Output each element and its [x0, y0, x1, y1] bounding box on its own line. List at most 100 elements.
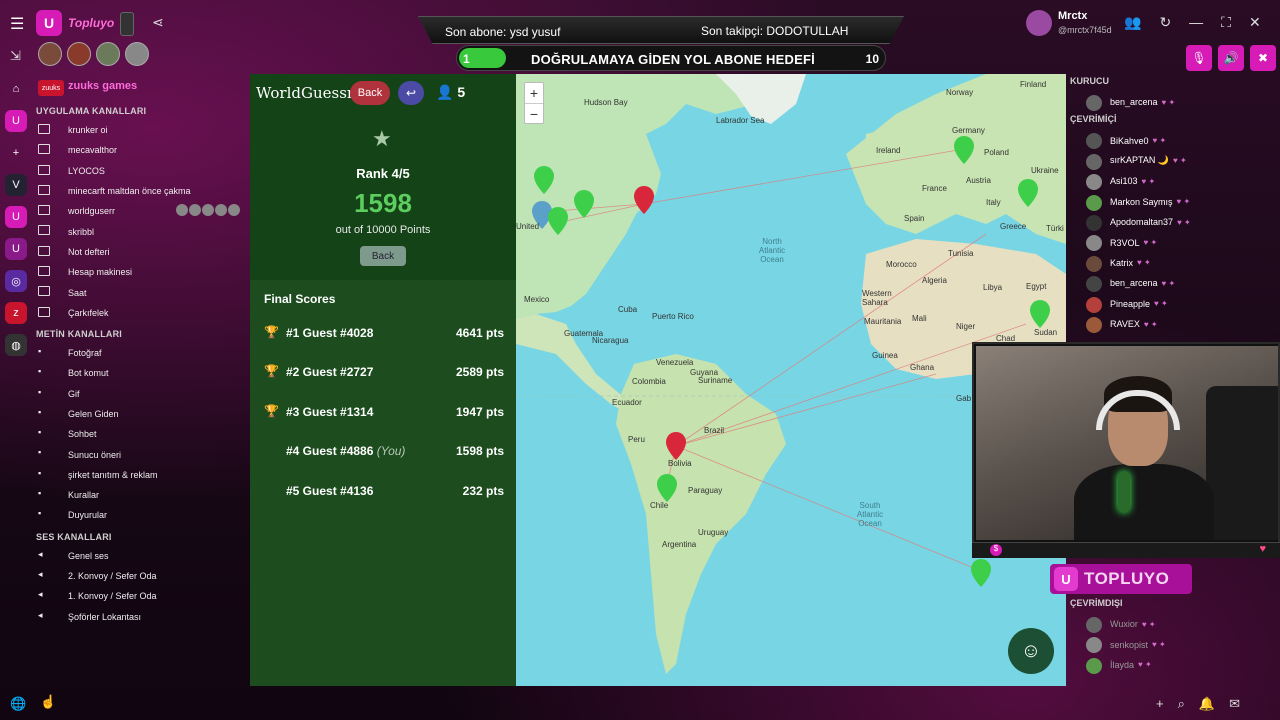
channel-item[interactable]: ◂ Şoförler Lokantası — [34, 607, 248, 627]
channel-item[interactable]: ▪ Bot komut — [34, 363, 248, 383]
channel-label: worldguserr — [68, 206, 116, 217]
member-item[interactable]: ben_arcena ♥ ✦ — [1070, 273, 1280, 293]
member-item[interactable]: Wuxior ♥ ✦ — [1070, 614, 1280, 634]
map-label: Libya — [983, 283, 1003, 292]
server-avatar[interactable] — [38, 42, 62, 66]
rank-text: Rank 4/5 — [356, 166, 410, 181]
member-item[interactable]: Pineapple ♥ ✦ — [1070, 294, 1280, 314]
section-founder: KURUCU — [1070, 76, 1109, 86]
member-item[interactable]: Katrix ♥ ✦ — [1070, 253, 1280, 273]
server-icon[interactable]: z — [5, 302, 27, 324]
channel-item[interactable]: ◂ 2. Konvoy / Sefer Oda — [34, 566, 248, 586]
add-server-icon[interactable]: + — [5, 142, 27, 164]
channel-item[interactable]: ▪ Kurallar — [34, 485, 248, 505]
touch-icon[interactable]: ☝ — [40, 694, 56, 710]
member-item[interactable]: Asi103 ♥ ✦ — [1070, 171, 1280, 191]
map-label: Greece — [1000, 222, 1027, 231]
monitor-icon — [38, 266, 50, 277]
channel-item[interactable]: ▪ Duyurular — [34, 505, 248, 525]
subscriber-goal-bar: 1 DOĞRULAMAYA GİDEN YOL ABONE HEDEFİ 10 — [456, 45, 886, 71]
member-item[interactable]: Apodomaltan37 ♥ ✦ — [1070, 212, 1280, 232]
avatar — [1086, 657, 1102, 674]
score-subtitle: out of 10000 Points — [335, 224, 431, 236]
channel-item[interactable]: worldguserr — [34, 201, 248, 221]
channel-item[interactable]: Hesap makinesi — [34, 262, 248, 282]
avatar — [202, 204, 214, 217]
avatar[interactable] — [1026, 10, 1052, 36]
channel-item[interactable]: krunker oi — [34, 120, 248, 140]
globe-icon[interactable]: 🌐 — [10, 696, 26, 712]
avatar — [1086, 255, 1102, 272]
close-icon[interactable]: ✕ — [1249, 14, 1261, 31]
member-item[interactable]: ben_arcena ♥ ✦ — [1070, 92, 1280, 112]
guess-pin — [971, 559, 991, 587]
monitor-icon — [38, 124, 50, 134]
topluyo-logo-icon[interactable]: U — [36, 10, 62, 36]
mail-icon[interactable]: ✉ — [1229, 696, 1240, 712]
voice-controls: 🎙 🔊 ✖ — [1186, 45, 1276, 71]
channel-item[interactable]: ◂ 1. Konvoy / Sefer Oda — [34, 586, 248, 606]
back-small-button[interactable]: Back — [360, 246, 406, 266]
share-icon[interactable]: ⋖ — [152, 14, 164, 31]
bell-icon[interactable]: 🔔 — [1199, 696, 1215, 712]
channel-label: Gif — [68, 388, 80, 399]
channel-item[interactable]: ▪ Fotoğraf — [34, 343, 248, 363]
member-item[interactable]: senkopist ♥ ✦ — [1070, 634, 1280, 654]
channel-item[interactable]: Not defteri — [34, 242, 248, 262]
channel-item[interactable]: LYOCOS — [34, 161, 248, 181]
map-label: Uruguay — [698, 528, 729, 537]
player-name: #2 Guest #2727 — [286, 365, 373, 379]
channel-item[interactable]: minecarft maltdan önce çakma — [34, 181, 248, 201]
microphone-icon[interactable]: 🎙 — [1186, 45, 1212, 71]
member-item[interactable]: Markon Saymış ♥ ✦ — [1070, 192, 1280, 212]
member-name: R3VOL — [1110, 237, 1140, 248]
members-icon[interactable]: 👥 — [1124, 14, 1141, 31]
channel-item[interactable]: ◂ Genel ses — [34, 546, 248, 566]
zoom-out-button[interactable]: − — [525, 103, 543, 123]
refresh-icon[interactable]: ↻ — [1159, 14, 1171, 31]
server-icon[interactable]: U — [5, 206, 27, 228]
hamburger-menu-icon[interactable]: ☰ — [10, 14, 26, 34]
server-icon[interactable]: ◍ — [5, 334, 27, 356]
channel-item[interactable]: Saat — [34, 282, 248, 302]
fullscreen-icon[interactable]: ⛶ — [1221, 14, 1231, 31]
server-icon[interactable]: ◎ — [5, 270, 27, 292]
back-button[interactable]: Back — [350, 81, 390, 105]
download-icon[interactable]: ⇲ — [10, 48, 21, 64]
channel-item[interactable]: ▪ Gif — [34, 384, 248, 404]
server-avatar[interactable] — [96, 42, 120, 66]
player-name: #5 Guest #4136 — [286, 484, 373, 498]
home-icon[interactable]: ⌂ — [5, 78, 27, 100]
member-item[interactable]: RAVEX ♥ ✦ — [1070, 314, 1280, 334]
speaker-icon[interactable]: 🔊 — [1218, 45, 1244, 71]
map-label: Mexico — [524, 295, 550, 304]
server-icon[interactable]: U — [5, 110, 27, 132]
minimize-icon[interactable]: — — [1189, 14, 1203, 31]
section-voice-channels: SES KANALLARI — [36, 531, 112, 542]
disconnect-icon[interactable]: ✖ — [1250, 45, 1276, 71]
member-item[interactable]: İlayda ♥ ✦ — [1070, 655, 1280, 675]
channel-item[interactable]: ▪ Sunucu öneri — [34, 444, 248, 464]
channel-item[interactable]: Çarkıfelek — [34, 303, 248, 323]
add-icon[interactable]: + — [1156, 696, 1164, 712]
dollar-icon: $ — [990, 544, 1002, 556]
trophy-icon: 🏆 — [264, 325, 279, 339]
member-item[interactable]: R3VOL ♥ ✦ — [1070, 232, 1280, 252]
channel-item[interactable]: ▪ şirket tanıtım & reklam — [34, 465, 248, 485]
member-item[interactable]: sırKAPTAN 🌙 ♥ ✦ — [1070, 151, 1280, 171]
server-avatar[interactable] — [125, 42, 149, 66]
channel-item[interactable]: skribbl — [34, 221, 248, 241]
zoom-in-button[interactable]: + — [525, 83, 543, 103]
emoji-icon[interactable]: ☺ — [1008, 628, 1054, 674]
return-button[interactable]: ↩ — [398, 81, 424, 105]
search-icon[interactable]: ⌕ — [1178, 696, 1185, 712]
badge-icons: ♥ ✦ — [1152, 640, 1166, 650]
channel-item[interactable]: ▪ Gelen Giden — [34, 404, 248, 424]
channel-item[interactable]: ▪ Sohbet — [34, 424, 248, 444]
server-icon[interactable]: V — [5, 174, 27, 196]
speaker-icon: ◂ — [38, 609, 43, 620]
server-icon[interactable]: U — [5, 238, 27, 260]
channel-item[interactable]: mecavalthor — [34, 140, 248, 160]
member-item[interactable]: BiKahve0 ♥ ✦ — [1070, 130, 1280, 150]
server-avatar[interactable] — [67, 42, 91, 66]
